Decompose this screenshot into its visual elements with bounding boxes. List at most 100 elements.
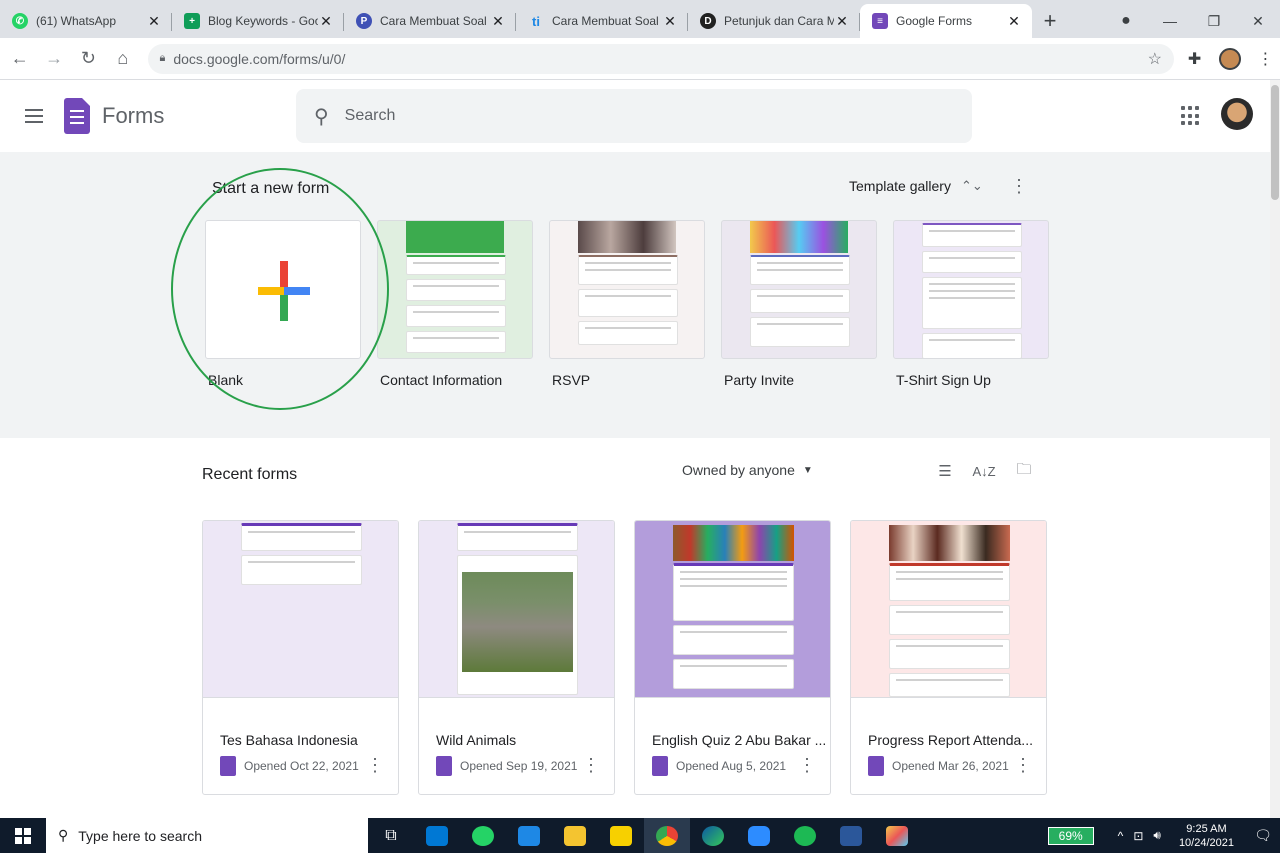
- template-tshirt-sign-up[interactable]: T-Shirt Sign Up: [893, 220, 1049, 388]
- card-more-options-icon[interactable]: ⋮: [366, 755, 384, 776]
- folder-icon[interactable]: 🗀︎: [1013, 460, 1035, 482]
- elephant-image: [462, 572, 573, 672]
- main-menu-icon[interactable]: [10, 92, 58, 140]
- form-preview-thumbnail: [203, 521, 398, 697]
- owner-filter-dropdown[interactable]: Owned by anyone ▼: [682, 462, 813, 478]
- more-options-icon[interactable]: ⋮: [1010, 176, 1028, 197]
- card-more-options-icon[interactable]: ⋮: [582, 755, 600, 776]
- graduation-banner-image: [889, 525, 1010, 561]
- sticky-notes-icon[interactable]: [598, 818, 644, 853]
- bookmark-star-icon[interactable]: ☆: [1148, 49, 1162, 69]
- network-icon[interactable]: ⊡: [1133, 829, 1143, 843]
- close-tab-icon[interactable]: ✕: [490, 13, 506, 30]
- forms-logo-icon[interactable]: [64, 98, 90, 134]
- forms-icon: ≡: [872, 13, 888, 29]
- google-apps-icon[interactable]: [1181, 106, 1201, 126]
- search-icon[interactable]: ⚲: [314, 104, 329, 129]
- profile-badge-icon[interactable]: ●: [1104, 4, 1148, 38]
- recent-forms-title: Recent forms: [202, 466, 298, 483]
- template-party-invite[interactable]: Party Invite: [721, 220, 877, 388]
- close-window-button[interactable]: ✕: [1236, 4, 1280, 38]
- template-thumbnail[interactable]: [721, 220, 877, 359]
- sheets-icon: +: [184, 13, 200, 29]
- tab-title: (61) WhatsApp: [36, 14, 117, 28]
- search-bar[interactable]: ⚲ Search: [296, 89, 972, 143]
- template-thumbnail[interactable]: [893, 220, 1049, 359]
- form-name: Tes Bahasa Indonesia: [220, 732, 358, 748]
- close-tab-icon[interactable]: ✕: [662, 13, 678, 30]
- browser-menu-icon[interactable]: ⋮: [1251, 44, 1280, 74]
- mail-icon[interactable]: [414, 818, 460, 853]
- word-icon[interactable]: [828, 818, 874, 853]
- store-icon[interactable]: [506, 818, 552, 853]
- edge-icon[interactable]: [690, 818, 736, 853]
- recent-form-card[interactable]: Tes Bahasa Indonesia Opened Oct 22, 2021…: [202, 520, 399, 795]
- opened-date: Opened Mar 26, 2021: [892, 759, 1009, 773]
- volume-icon[interactable]: 🔊︎: [1153, 828, 1161, 843]
- recent-form-card[interactable]: English Quiz 2 Abu Bakar ... Opened Aug …: [634, 520, 831, 795]
- notifications-icon[interactable]: 🗨︎: [1246, 818, 1280, 853]
- recent-form-card[interactable]: Wild Animals Opened Sep 19, 2021 ⋮: [418, 520, 615, 795]
- tab-title: Cara Membuat Soal O: [552, 14, 662, 28]
- back-button[interactable]: ←: [5, 44, 34, 74]
- clock[interactable]: 9:25 AM 10/24/2021: [1179, 822, 1234, 850]
- home-button[interactable]: ⌂: [108, 44, 137, 74]
- tab-whatsapp[interactable]: ✆ (61) WhatsApp ✕: [0, 4, 172, 38]
- card-more-options-icon[interactable]: ⋮: [1014, 755, 1032, 776]
- card-more-options-icon[interactable]: ⋮: [798, 755, 816, 776]
- url-text: docs.google.com/forms/u/0/: [173, 50, 346, 67]
- tab-petunjuk[interactable]: D Petunjuk dan Cara Me ✕: [688, 4, 860, 38]
- show-hidden-icons[interactable]: ^: [1118, 829, 1124, 843]
- forward-button[interactable]: →: [39, 44, 68, 74]
- taskbar-search-box[interactable]: ⚲ Type here to search: [46, 818, 368, 853]
- task-view-icon[interactable]: ⧉: [368, 818, 414, 853]
- clock-time: 9:25 AM: [1186, 822, 1227, 835]
- template-contact-information[interactable]: Contact Information: [377, 220, 533, 388]
- recent-form-card[interactable]: Progress Report Attenda... Opened Mar 26…: [850, 520, 1047, 795]
- page-scrollbar-thumb[interactable]: [1271, 85, 1279, 200]
- paint-icon[interactable]: [874, 818, 920, 853]
- file-explorer-icon[interactable]: [552, 818, 598, 853]
- template-gallery-button[interactable]: Template gallery ⌃⌄: [849, 178, 983, 194]
- list-view-icon[interactable]: ☰: [934, 460, 956, 482]
- start-button[interactable]: [0, 818, 46, 853]
- close-tab-icon[interactable]: ✕: [1006, 13, 1022, 30]
- clock-date: 10/24/2021: [1178, 836, 1234, 849]
- chrome-icon[interactable]: [644, 818, 690, 853]
- spotify-icon[interactable]: [782, 818, 828, 853]
- d-icon: D: [700, 13, 716, 29]
- minimize-button[interactable]: —: [1148, 4, 1192, 38]
- app-name[interactable]: Forms: [102, 103, 164, 129]
- p-icon: P: [356, 13, 372, 29]
- template-label: Contact Information: [380, 372, 503, 388]
- account-avatar[interactable]: [1221, 98, 1253, 130]
- new-tab-button[interactable]: +: [1032, 4, 1068, 38]
- owner-filter-label: Owned by anyone: [682, 462, 795, 478]
- tab-cara-membuat-soal-2[interactable]: ti Cara Membuat Soal O ✕: [516, 4, 688, 38]
- forms-header: Forms ⚲ Search: [0, 80, 1270, 152]
- reload-button[interactable]: ↻: [74, 44, 103, 74]
- tab-cara-membuat-soal-1[interactable]: P Cara Membuat Soal di ✕: [344, 4, 516, 38]
- whatsapp-taskbar-icon[interactable]: [460, 818, 506, 853]
- tab-blog-keywords[interactable]: + Blog Keywords - Goog ✕: [172, 4, 344, 38]
- close-tab-icon[interactable]: ✕: [834, 13, 850, 30]
- forms-file-icon: [436, 756, 452, 776]
- template-thumbnail[interactable]: [377, 220, 533, 359]
- tab-google-forms[interactable]: ≡ Google Forms ✕: [860, 4, 1032, 38]
- browser-toolbar: ← → ↻ ⌂ 🔒︎ docs.google.com/forms/u/0/ ☆ …: [0, 38, 1280, 80]
- address-bar[interactable]: 🔒︎ docs.google.com/forms/u/0/ ☆: [147, 43, 1174, 74]
- zoom-icon[interactable]: [736, 818, 782, 853]
- books-banner-image: [673, 525, 794, 561]
- template-rsvp[interactable]: RSVP: [549, 220, 705, 388]
- close-tab-icon[interactable]: ✕: [318, 13, 334, 30]
- sort-az-icon[interactable]: A↓Z: [972, 460, 995, 482]
- template-gallery-label: Template gallery: [849, 178, 951, 194]
- extensions-icon[interactable]: ✚: [1180, 44, 1209, 74]
- close-tab-icon[interactable]: ✕: [146, 13, 162, 30]
- battery-indicator[interactable]: 69%: [1047, 826, 1094, 845]
- restore-button[interactable]: ❐: [1192, 4, 1236, 38]
- template-thumbnail[interactable]: [549, 220, 705, 359]
- taskbar-search-placeholder: Type here to search: [78, 827, 203, 844]
- search-icon: ⚲: [58, 827, 69, 843]
- profile-button[interactable]: [1215, 44, 1244, 74]
